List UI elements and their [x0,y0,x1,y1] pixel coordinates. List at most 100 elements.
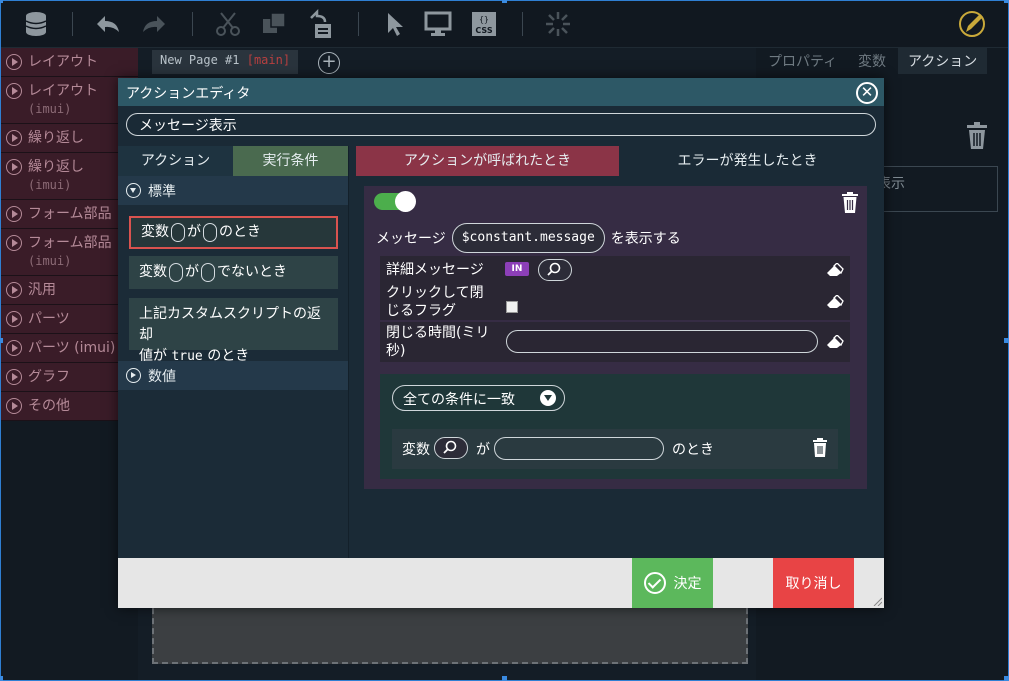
divider [348,146,349,558]
dialog-header: アクションエディタ ✕ [118,78,884,106]
svg-text:CSS: CSS [475,26,492,35]
action-name-input[interactable] [126,113,876,136]
play-icon [6,54,22,70]
undo-icon[interactable] [92,8,124,40]
edit-pencil-icon[interactable] [956,8,988,40]
add-page-icon[interactable]: + [318,52,340,74]
cut-icon[interactable] [212,8,244,40]
group-numeric[interactable]: 数値 [118,361,348,390]
slot-placeholder [201,262,215,282]
redo-icon[interactable] [138,8,170,40]
toggle-knob [395,191,416,212]
play-icon [6,130,22,146]
toolbar-separator [522,12,523,36]
page-tab[interactable]: New Page #1 [main] [152,50,299,74]
collapse-icon [126,183,141,198]
eraser-icon[interactable] [826,294,844,309]
tab-properties[interactable]: プロパティ [758,48,847,74]
trash-icon[interactable] [841,192,859,218]
toolbar-separator [192,12,193,36]
tab-actions[interactable]: アクション [898,48,988,74]
click-close-checkbox[interactable] [506,301,518,313]
condition-palette: 標準 変数がのとき 変数がでないとき 上記カスタムスクリプトの返却 値が tru… [118,176,348,558]
close-time-row: 閉じる時間(ミリ 秒) [380,322,850,362]
cancel-button[interactable]: 取り消し [773,558,854,608]
chevron-down-icon [540,390,556,406]
palette-item-layout[interactable]: レイアウト [0,48,138,77]
tab-execution-condition[interactable]: 実行条件 [233,146,348,176]
dialog-footer: 決定 取り消し [118,558,884,608]
svg-text:{}: {} [479,15,489,24]
close-time-input[interactable] [506,330,818,353]
resize-handle[interactable] [1004,0,1009,3]
play-icon [6,340,22,356]
slot-placeholder [203,222,217,242]
inspector-tabs: プロパティ 変数 アクション [756,48,1009,74]
resize-handle[interactable] [0,676,3,681]
play-icon [6,311,22,327]
event-tabs: アクションが呼ばれたとき エラーが発生したとき [356,146,876,176]
tab-on-error[interactable]: エラーが発生したとき [619,146,876,176]
resize-handle[interactable] [502,676,507,681]
slot-placeholder [171,222,185,242]
resize-handle[interactable] [1004,676,1009,681]
detail-message-row: 詳細メッセージ IN [380,256,850,284]
play-icon [6,235,22,251]
paste-icon[interactable] [304,8,336,40]
eraser-icon[interactable] [826,334,844,349]
monitor-icon[interactable] [422,8,454,40]
condition-var-not-equals[interactable]: 変数がでないとき [129,256,338,289]
search-icon [547,262,561,276]
action-list-item[interactable]: 表示 [866,166,998,212]
variable-search-button[interactable] [434,437,468,459]
condition-value-input[interactable] [494,437,664,460]
condition-row: 変数 が のとき [392,429,838,469]
play-icon [6,159,22,175]
close-icon[interactable]: ✕ [856,82,878,104]
pointer-icon[interactable] [378,8,410,40]
enable-toggle[interactable] [374,191,416,212]
search-icon [443,440,457,454]
slot-placeholder [169,262,183,282]
variable-search-button[interactable] [538,259,572,281]
ok-button[interactable]: 決定 [632,558,713,608]
condition-group: 全ての条件に一致 変数 が のとき [380,374,850,479]
check-icon [643,572,666,594]
play-icon [6,282,22,298]
click-close-row: クリックして閉 じるフラグ [380,284,850,320]
dialog-title: アクションエディタ [126,86,251,102]
message-value-pill[interactable]: $constant.message [451,223,605,253]
trash-icon[interactable] [812,438,828,462]
tab-variables[interactable]: 変数 [848,48,896,74]
css-icon[interactable]: {} CSS [468,8,500,40]
play-icon [6,206,22,222]
match-mode-select[interactable]: 全ての条件に一致 [392,385,565,411]
in-badge: IN [505,262,529,276]
action-card: メッセージ $constant.message を表示する 詳細メッセージ IN… [364,186,867,489]
database-icon[interactable] [20,8,52,40]
group-standard[interactable]: 標準 [118,176,348,205]
eraser-icon[interactable] [826,262,844,277]
toolbar-separator [72,12,73,36]
play-icon [6,83,22,99]
resize-handle[interactable] [0,338,3,343]
trash-icon[interactable] [966,122,988,154]
resize-handle[interactable] [0,0,3,3]
action-editor-dialog: アクションエディタ ✕ アクション 実行条件 標準 変数がのとき 変数がでないと… [118,78,884,608]
play-icon [6,398,22,414]
condition-var-equals[interactable]: 変数がのとき [129,216,338,249]
toolbar-separator [358,12,359,36]
loading-spinner-icon [542,8,574,40]
play-icon [6,369,22,385]
resize-grip-icon[interactable] [872,596,882,606]
message-row: メッセージ $constant.message を表示する [376,223,681,253]
resize-handle[interactable] [1004,338,1009,343]
tab-on-called[interactable]: アクションが呼ばれたとき [356,146,619,176]
main-toolbar: {} CSS [0,0,1009,48]
copy-icon[interactable] [258,8,290,40]
expand-icon [126,368,141,383]
condition-custom-script[interactable]: 上記カスタムスクリプトの返却 値が true のとき [129,298,338,364]
tab-action[interactable]: アクション [118,146,233,176]
left-tabs: アクション 実行条件 [118,146,348,176]
resize-handle[interactable] [502,0,507,3]
